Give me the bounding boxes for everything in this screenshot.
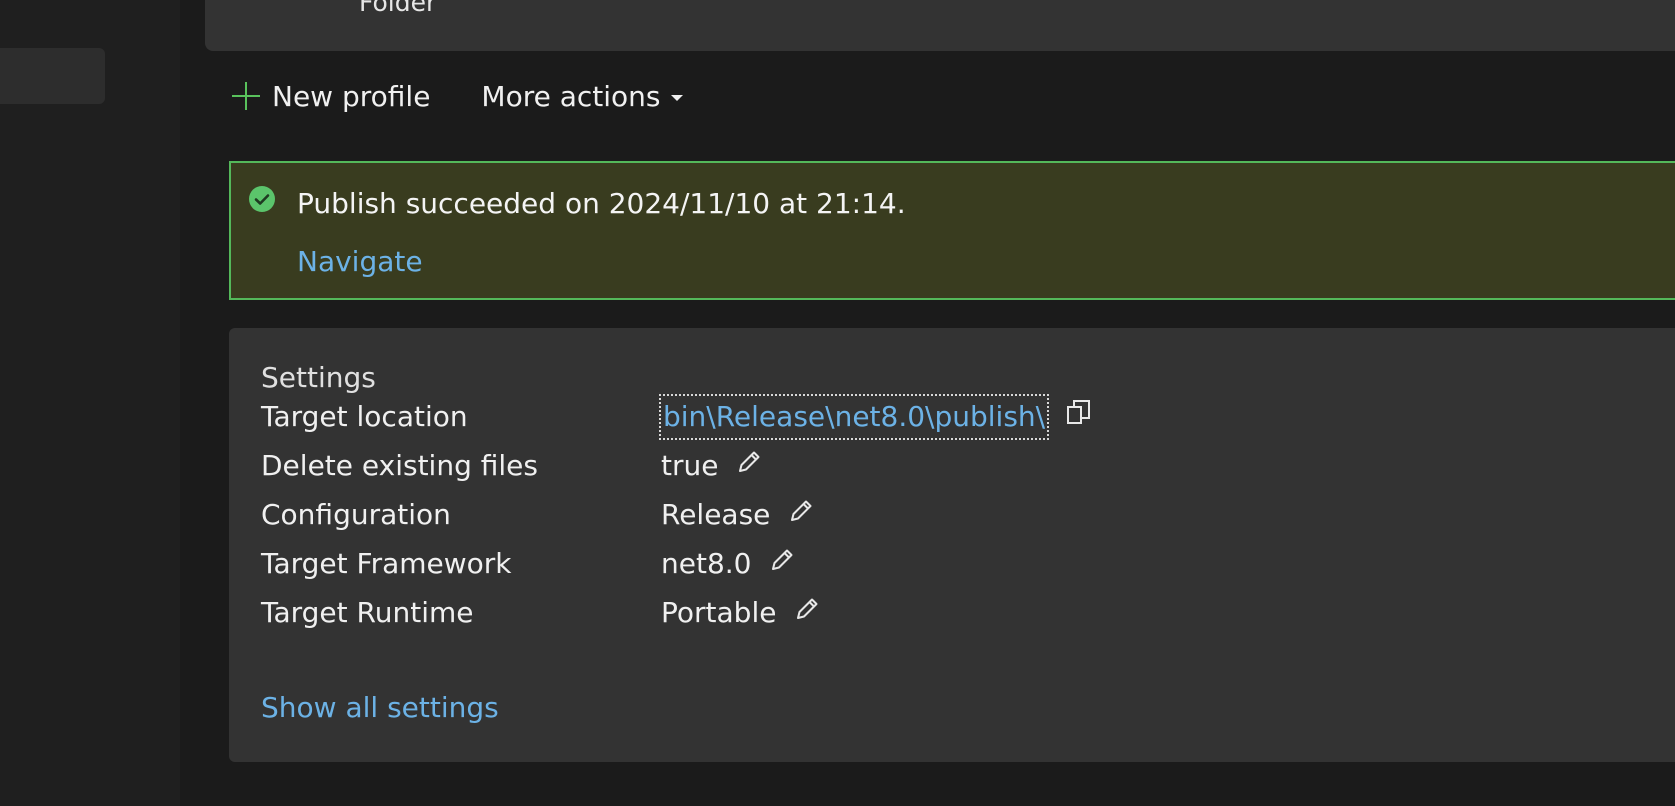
new-profile-button[interactable]: New profile: [232, 80, 430, 113]
toolbar: New profile More actions: [232, 76, 683, 116]
profile-card: Folder: [205, 0, 1675, 51]
target-framework-value: net8.0: [661, 547, 752, 580]
copy-icon[interactable]: [1065, 396, 1093, 438]
setting-value: Release: [661, 494, 814, 536]
profile-kind-label: Folder: [359, 0, 437, 17]
check-circle-icon: [249, 186, 275, 212]
setting-label: Configuration: [261, 498, 451, 531]
plus-icon: [232, 82, 260, 110]
chevron-down-icon: [670, 95, 683, 101]
settings-title: Settings: [261, 361, 376, 394]
settings-row-target-runtime: Target Runtime Portable: [261, 592, 1661, 634]
pencil-icon[interactable]: [794, 592, 820, 634]
pencil-icon[interactable]: [788, 494, 814, 536]
target-location-link[interactable]: bin\Release\net8.0\publish\: [658, 394, 1050, 440]
settings-row-target-location: Target location bin\Release\net8.0\publi…: [261, 394, 1661, 440]
setting-label: Target Runtime: [261, 596, 474, 629]
delete-existing-files-value: true: [661, 449, 719, 482]
pencil-icon[interactable]: [769, 543, 795, 585]
settings-panel: Settings Target location bin\Release\net…: [229, 328, 1675, 762]
settings-row-delete-existing-files: Delete existing files true: [261, 445, 1661, 487]
show-all-settings-link[interactable]: Show all settings: [261, 691, 499, 724]
configuration-value: Release: [661, 498, 771, 531]
publish-status-banner: Publish succeeded on 2024/11/10 at 21:14…: [229, 161, 1675, 300]
publish-status-message: Publish succeeded on 2024/11/10 at 21:14…: [297, 187, 906, 220]
more-actions-button[interactable]: More actions: [481, 79, 683, 113]
setting-value: Portable: [661, 592, 820, 634]
settings-row-configuration: Configuration Release: [261, 494, 1661, 536]
pencil-icon[interactable]: [736, 445, 762, 487]
navigate-link[interactable]: Navigate: [297, 245, 423, 278]
left-rail: [0, 0, 180, 806]
more-actions-label: More actions: [481, 79, 661, 113]
settings-row-target-framework: Target Framework net8.0: [261, 543, 1661, 585]
setting-label: Target Framework: [261, 547, 512, 580]
new-profile-label: New profile: [272, 79, 431, 113]
setting-value: bin\Release\net8.0\publish\: [658, 394, 1093, 440]
left-rail-item-selected[interactable]: [0, 48, 105, 104]
setting-value: true: [661, 445, 762, 487]
setting-label: Target location: [261, 400, 468, 433]
setting-label: Delete existing files: [261, 449, 538, 482]
main-content: Folder New profile More actions Publish …: [180, 0, 1675, 806]
target-runtime-value: Portable: [661, 596, 777, 629]
setting-value: net8.0: [661, 543, 795, 585]
